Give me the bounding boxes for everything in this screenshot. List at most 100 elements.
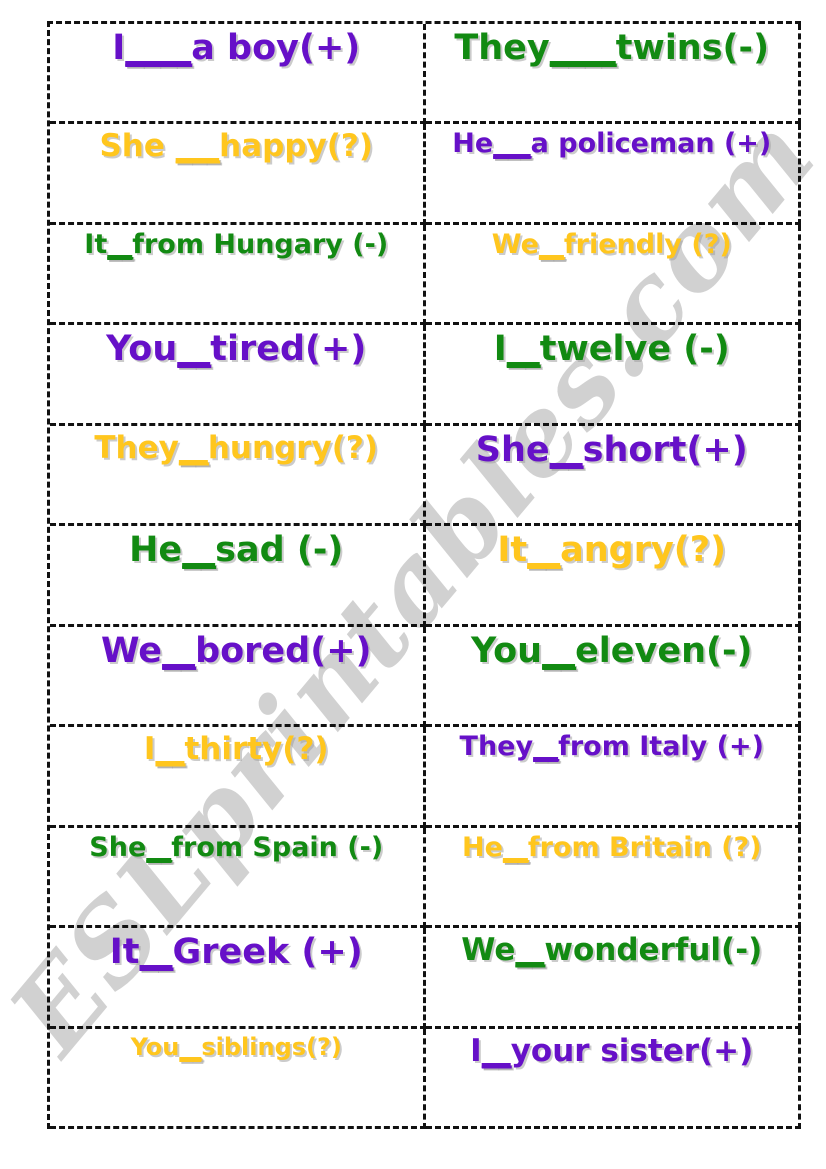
flashcard-sentence: It__angry(?) bbox=[434, 532, 791, 569]
sentence-subject: You bbox=[470, 630, 543, 671]
sentence-blank: __ bbox=[162, 630, 196, 671]
sentence-blank: __ bbox=[533, 731, 559, 763]
sentence-subject: It bbox=[84, 228, 108, 260]
sentence-subject: I bbox=[470, 1032, 482, 1069]
sentence-subject: I bbox=[493, 329, 507, 370]
sentence-subject: It bbox=[109, 932, 140, 973]
sentence-subject: She bbox=[99, 128, 176, 165]
flashcard[interactable]: He__from Britain (?) bbox=[425, 827, 801, 929]
flashcard[interactable]: She__from Spain (-) bbox=[50, 827, 426, 929]
sentence-subject: He bbox=[461, 831, 503, 863]
flashcard-sentence: He__sad (-) bbox=[58, 532, 415, 569]
sentence-predicate: happy(?) bbox=[219, 128, 374, 165]
sentence-subject: They bbox=[454, 28, 550, 68]
sentence-blank: ___ bbox=[175, 128, 220, 165]
sentence-blank: __ bbox=[107, 228, 133, 260]
sentence-subject: They bbox=[459, 731, 534, 763]
sentence-subject: You bbox=[106, 329, 178, 370]
flashcard-sentence: She__short(+) bbox=[434, 429, 791, 470]
flashcard-sentence: It__Greek (+) bbox=[58, 934, 415, 971]
sentence-blank: __ bbox=[515, 932, 545, 969]
sentence-predicate: angry(?) bbox=[560, 530, 727, 571]
flashcard-grid: I____a boy(+) They____twins(-) She ___happ… bbox=[47, 21, 801, 1129]
flashcard[interactable]: She__short(+) bbox=[425, 425, 801, 527]
sentence-blank: ____ bbox=[125, 28, 192, 68]
flashcard[interactable]: You__siblings(?) bbox=[50, 1028, 426, 1129]
sentence-predicate: sad (-) bbox=[215, 530, 344, 571]
sentence-predicate: twelve (-) bbox=[539, 329, 730, 370]
sentence-predicate: eleven(-) bbox=[575, 630, 753, 671]
flashcard-sentence: You__eleven(-) bbox=[434, 630, 791, 671]
flashcard[interactable]: We__wonderful(-) bbox=[425, 928, 801, 1029]
flashcard[interactable]: You__tired(+) bbox=[50, 325, 426, 426]
sentence-blank: ___ bbox=[493, 128, 531, 160]
flashcard-sentence: I__twelve (-) bbox=[434, 331, 791, 368]
sentence-predicate: from Hungary (-) bbox=[132, 228, 389, 260]
flashcard-sentence: You__tired(+) bbox=[58, 331, 415, 368]
sentence-blank: __ bbox=[542, 630, 576, 671]
sentence-predicate: from Britain (?) bbox=[527, 831, 762, 863]
flashcard[interactable]: It__Greek (+) bbox=[50, 928, 426, 1029]
sentence-predicate: thirty(?) bbox=[184, 731, 329, 768]
flashcard[interactable]: They____twins(-) bbox=[425, 24, 801, 125]
sentence-predicate: Greek (+) bbox=[172, 932, 363, 973]
sentence-predicate: bored(+) bbox=[195, 630, 372, 671]
flashcard-sentence: We__bored(+) bbox=[58, 630, 415, 671]
sentence-blank: __ bbox=[179, 1032, 202, 1061]
sentence-subject: We bbox=[100, 630, 163, 671]
flashcard[interactable]: You__eleven(-) bbox=[425, 626, 801, 728]
flashcard[interactable]: I__twelve (-) bbox=[425, 325, 801, 426]
sentence-predicate: hungry(?) bbox=[207, 429, 379, 466]
sentence-predicate: short(+) bbox=[582, 429, 748, 470]
sentence-subject: You bbox=[130, 1032, 180, 1061]
sentence-subject: He bbox=[452, 128, 494, 160]
sentence-blank: __ bbox=[502, 831, 529, 863]
sentence-subject: It bbox=[497, 530, 528, 571]
sentence-blank: __ bbox=[549, 429, 584, 470]
flashcard[interactable]: It__angry(?) bbox=[425, 526, 801, 627]
flashcard-sentence: It__from Hungary (-) bbox=[58, 228, 415, 260]
flashcard-sentence: You__siblings(?) bbox=[58, 1032, 415, 1061]
flashcard-sentence: We__wonderful(-) bbox=[434, 934, 791, 967]
sentence-predicate: a policeman (+) bbox=[530, 128, 772, 160]
sentence-blank: __ bbox=[178, 429, 209, 466]
sentence-blank: __ bbox=[177, 329, 211, 370]
flashcard[interactable]: He__sad (-) bbox=[50, 526, 426, 627]
flashcard-sentence: We__friendly (?) bbox=[434, 228, 791, 260]
flashcard[interactable]: I__thirty(?) bbox=[50, 727, 426, 828]
sentence-subject: I bbox=[143, 731, 156, 768]
sentence-blank: __ bbox=[155, 731, 185, 768]
flashcard-sentence: He__from Britain (?) bbox=[434, 831, 791, 863]
sentence-subject: He bbox=[129, 530, 183, 571]
flashcard[interactable]: She ___happy(?) bbox=[50, 124, 426, 225]
sentence-subject: She bbox=[89, 831, 147, 863]
sentence-subject: She bbox=[475, 429, 550, 470]
sentence-blank: __ bbox=[182, 530, 216, 571]
flashcard[interactable]: They__from Italy (+) bbox=[425, 727, 801, 828]
flashcard-sentence: I____a boy(+) bbox=[58, 30, 415, 67]
sentence-predicate: friendly (?) bbox=[563, 228, 732, 260]
sentence-predicate: wonderful(-) bbox=[544, 932, 763, 969]
flashcard-sentence: He___a policeman (+) bbox=[434, 130, 791, 158]
flashcard[interactable]: We__friendly (?) bbox=[425, 224, 801, 326]
flashcard[interactable]: They__hungry(?) bbox=[50, 425, 426, 527]
flashcard[interactable]: I____a boy(+) bbox=[50, 24, 426, 125]
flashcard-sentence: I__thirty(?) bbox=[58, 733, 415, 766]
flashcard-sentence: They__from Italy (+) bbox=[434, 731, 791, 763]
flashcard[interactable]: We__bored(+) bbox=[50, 626, 426, 728]
sentence-blank: __ bbox=[139, 932, 174, 973]
flashcard[interactable]: I__your sister(+) bbox=[425, 1028, 801, 1129]
sentence-blank: __ bbox=[506, 329, 541, 370]
sentence-blank: __ bbox=[481, 1032, 512, 1069]
flashcard-sentence: She ___happy(?) bbox=[58, 130, 415, 163]
flashcard-sentence: She__from Spain (-) bbox=[58, 831, 415, 863]
flashcard[interactable]: It__from Hungary (-) bbox=[50, 224, 426, 326]
sentence-predicate: tired(+) bbox=[210, 329, 367, 370]
flashcard-sentence: I__your sister(+) bbox=[434, 1032, 791, 1069]
sentence-predicate: from Italy (+) bbox=[558, 731, 764, 763]
sentence-predicate: siblings(?) bbox=[201, 1032, 342, 1061]
flashcard[interactable]: He___a policeman (+) bbox=[425, 124, 801, 225]
sentence-subject: They bbox=[94, 429, 179, 466]
sentence-subject: We bbox=[461, 932, 516, 969]
sentence-predicate: your sister(+) bbox=[510, 1032, 754, 1069]
